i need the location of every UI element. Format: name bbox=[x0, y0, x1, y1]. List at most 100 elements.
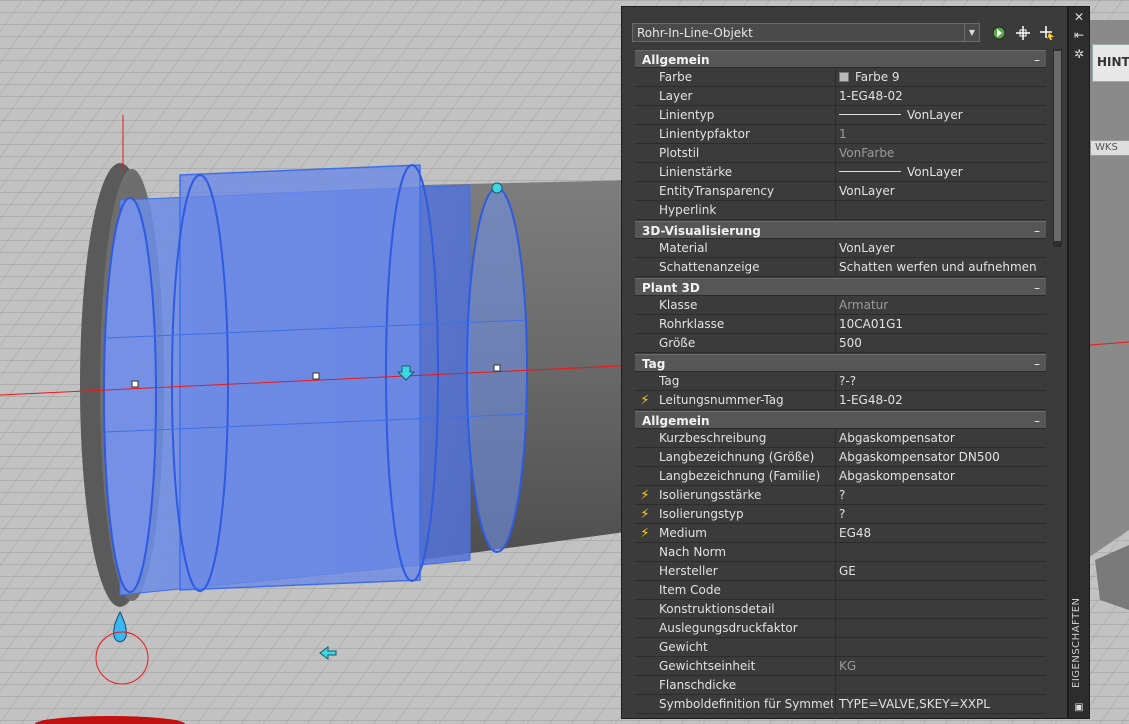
lightning-icon: ⚡ bbox=[640, 507, 650, 522]
property-row[interactable]: Konstruktionsdetail bbox=[635, 600, 1046, 619]
property-row[interactable]: Langbezeichnung (Größe) Abgaskompensator … bbox=[635, 448, 1046, 467]
property-row[interactable]: ⚡ Leitungsnummer-Tag 1-EG48-02 bbox=[635, 391, 1046, 410]
grip-square-1[interactable] bbox=[131, 380, 139, 388]
property-row[interactable]: Langbezeichnung (Familie) Abgaskompensato… bbox=[635, 467, 1046, 486]
properties-mini-icon[interactable]: ▣ bbox=[1072, 701, 1086, 715]
property-row[interactable]: Linientyp VonLayer bbox=[635, 106, 1046, 125]
property-value[interactable]: Abgaskompensator DN500 bbox=[835, 448, 1046, 466]
property-value[interactable]: 1-EG48-02 bbox=[835, 87, 1046, 105]
property-value[interactable]: Schatten werfen und aufnehmen bbox=[835, 258, 1046, 276]
lightning-icon: ⚡ bbox=[640, 393, 650, 408]
property-row[interactable]: Schattenanzeige Schatten werfen und aufne… bbox=[635, 258, 1046, 277]
collapse-icon[interactable]: – bbox=[1034, 51, 1040, 69]
property-row[interactable]: Plotstil VonFarbe bbox=[635, 144, 1046, 163]
property-value[interactable]: VonLayer bbox=[835, 106, 1046, 124]
property-value[interactable] bbox=[835, 619, 1046, 637]
collapse-icon[interactable]: – bbox=[1034, 222, 1040, 240]
pick-point-icon[interactable] bbox=[1014, 24, 1032, 42]
section-header[interactable]: 3D-Visualisierung – bbox=[635, 221, 1046, 239]
chevron-down-icon[interactable]: ▼ bbox=[964, 24, 979, 41]
property-value[interactable]: 1 bbox=[835, 125, 1046, 143]
property-row[interactable]: Linientypfaktor 1 bbox=[635, 125, 1046, 144]
grip-square-2[interactable] bbox=[312, 372, 320, 380]
section-title: Tag bbox=[642, 357, 666, 371]
property-row[interactable]: ⚡ Isolierungstyp? bbox=[635, 505, 1046, 524]
section-header[interactable]: Allgemein – bbox=[635, 50, 1046, 68]
property-row[interactable]: Linienstärke VonLayer bbox=[635, 163, 1046, 182]
section-header[interactable]: Plant 3D – bbox=[635, 278, 1046, 296]
grip-circle[interactable] bbox=[491, 182, 503, 194]
collapse-icon[interactable]: – bbox=[1034, 412, 1040, 430]
property-row[interactable]: Klasse Armatur bbox=[635, 296, 1046, 315]
settings-icon[interactable]: ✲ bbox=[1072, 47, 1086, 61]
section-header[interactable]: Allgemein – bbox=[635, 411, 1046, 429]
property-value-text: EG48 bbox=[839, 526, 872, 540]
property-row[interactable]: Layer 1-EG48-02 bbox=[635, 87, 1046, 106]
property-row[interactable]: Farbe Farbe 9 bbox=[635, 68, 1046, 87]
property-row[interactable]: Tag ?-? bbox=[635, 372, 1046, 391]
collapse-icon[interactable]: – bbox=[1034, 279, 1040, 297]
auto-hide-icon[interactable]: ⇤ bbox=[1072, 28, 1086, 42]
property-name: Layer bbox=[659, 89, 693, 103]
property-value[interactable]: VonLayer bbox=[835, 163, 1046, 181]
property-row[interactable]: Auslegungsdruckfaktor bbox=[635, 619, 1046, 638]
property-row[interactable]: Gewichtseinheit KG bbox=[635, 657, 1046, 676]
property-value[interactable]: 1-EG48-02 bbox=[835, 391, 1046, 409]
property-value[interactable]: VonLayer bbox=[835, 239, 1046, 257]
grip-square-3[interactable] bbox=[493, 364, 501, 372]
property-value[interactable] bbox=[835, 543, 1046, 561]
property-row[interactable]: Symboldefinition für Symmetrie TYPE=VALVE… bbox=[635, 695, 1046, 714]
property-row[interactable]: Rohrklasse 10CA01G1 bbox=[635, 315, 1046, 334]
property-value[interactable] bbox=[835, 201, 1046, 219]
scrollbar-thumb[interactable] bbox=[1054, 51, 1061, 241]
property-value-text: 10CA01G1 bbox=[839, 317, 904, 331]
property-value[interactable]: Abgaskompensator bbox=[835, 467, 1046, 485]
palette-title-strip: ✕ ⇤ ✲ EIGENSCHAFTEN ▣ bbox=[1068, 6, 1090, 719]
quick-select-icon[interactable] bbox=[1038, 24, 1056, 42]
palette-title: EIGENSCHAFTEN bbox=[1071, 597, 1082, 689]
property-value[interactable] bbox=[835, 581, 1046, 599]
property-value[interactable] bbox=[835, 638, 1046, 656]
select-objects-icon[interactable] bbox=[990, 24, 1008, 42]
property-value[interactable]: 10CA01G1 bbox=[835, 315, 1046, 333]
property-value[interactable]: 500 bbox=[835, 334, 1046, 352]
property-value[interactable]: Farbe 9 bbox=[835, 68, 1046, 86]
object-type-dropdown[interactable]: Rohr-In-Line-Objekt ▼ bbox=[632, 23, 980, 42]
property-row[interactable]: Kurzbeschreibung Abgaskompensator bbox=[635, 429, 1046, 448]
property-row[interactable]: EntityTransparency VonLayer bbox=[635, 182, 1046, 201]
section-header[interactable]: Tag – bbox=[635, 354, 1046, 372]
close-icon[interactable]: ✕ bbox=[1072, 10, 1086, 24]
property-row[interactable]: Hersteller GE bbox=[635, 562, 1046, 581]
property-row[interactable]: Hyperlink bbox=[635, 201, 1046, 220]
property-row[interactable]: ⚡ Isolierungsstärke? bbox=[635, 486, 1046, 505]
property-value-text: ? bbox=[839, 488, 846, 502]
property-value[interactable]: EG48 bbox=[835, 524, 1046, 542]
property-value[interactable]: ? bbox=[835, 505, 1046, 523]
property-row[interactable]: Nach Norm bbox=[635, 543, 1046, 562]
section-title: Allgemein bbox=[642, 53, 710, 67]
property-value[interactable]: VonFarbe bbox=[835, 144, 1046, 162]
property-row[interactable]: Gewicht bbox=[635, 638, 1046, 657]
property-value[interactable]: Abgaskompensator bbox=[835, 429, 1046, 447]
linetype-preview-icon bbox=[839, 171, 901, 172]
collapse-icon[interactable]: – bbox=[1034, 355, 1040, 373]
property-value[interactable]: Armatur bbox=[835, 296, 1046, 314]
property-row[interactable]: Material VonLayer bbox=[635, 239, 1046, 258]
property-name: Klasse bbox=[659, 298, 698, 312]
property-name: Hyperlink bbox=[659, 203, 717, 217]
property-row[interactable]: ⚡ Medium EG48 bbox=[635, 524, 1046, 543]
property-value[interactable]: GE bbox=[835, 562, 1046, 580]
property-value[interactable]: VonLayer bbox=[835, 182, 1046, 200]
section-title: Plant 3D bbox=[642, 281, 700, 295]
property-row[interactable]: Größe 500 bbox=[635, 334, 1046, 353]
property-value[interactable]: TYPE=VALVE,SKEY=XXPL bbox=[835, 695, 1046, 713]
scrollbar[interactable] bbox=[1053, 49, 1062, 247]
property-row[interactable]: Item Code bbox=[635, 581, 1046, 600]
property-value[interactable] bbox=[835, 676, 1046, 694]
property-value[interactable]: ? bbox=[835, 486, 1046, 504]
wcs-label[interactable]: WKS bbox=[1090, 140, 1129, 156]
property-value[interactable]: KG bbox=[835, 657, 1046, 675]
property-value[interactable]: ?-? bbox=[835, 372, 1046, 390]
property-row[interactable]: Flanschdicke bbox=[635, 676, 1046, 695]
property-value[interactable] bbox=[835, 600, 1046, 618]
